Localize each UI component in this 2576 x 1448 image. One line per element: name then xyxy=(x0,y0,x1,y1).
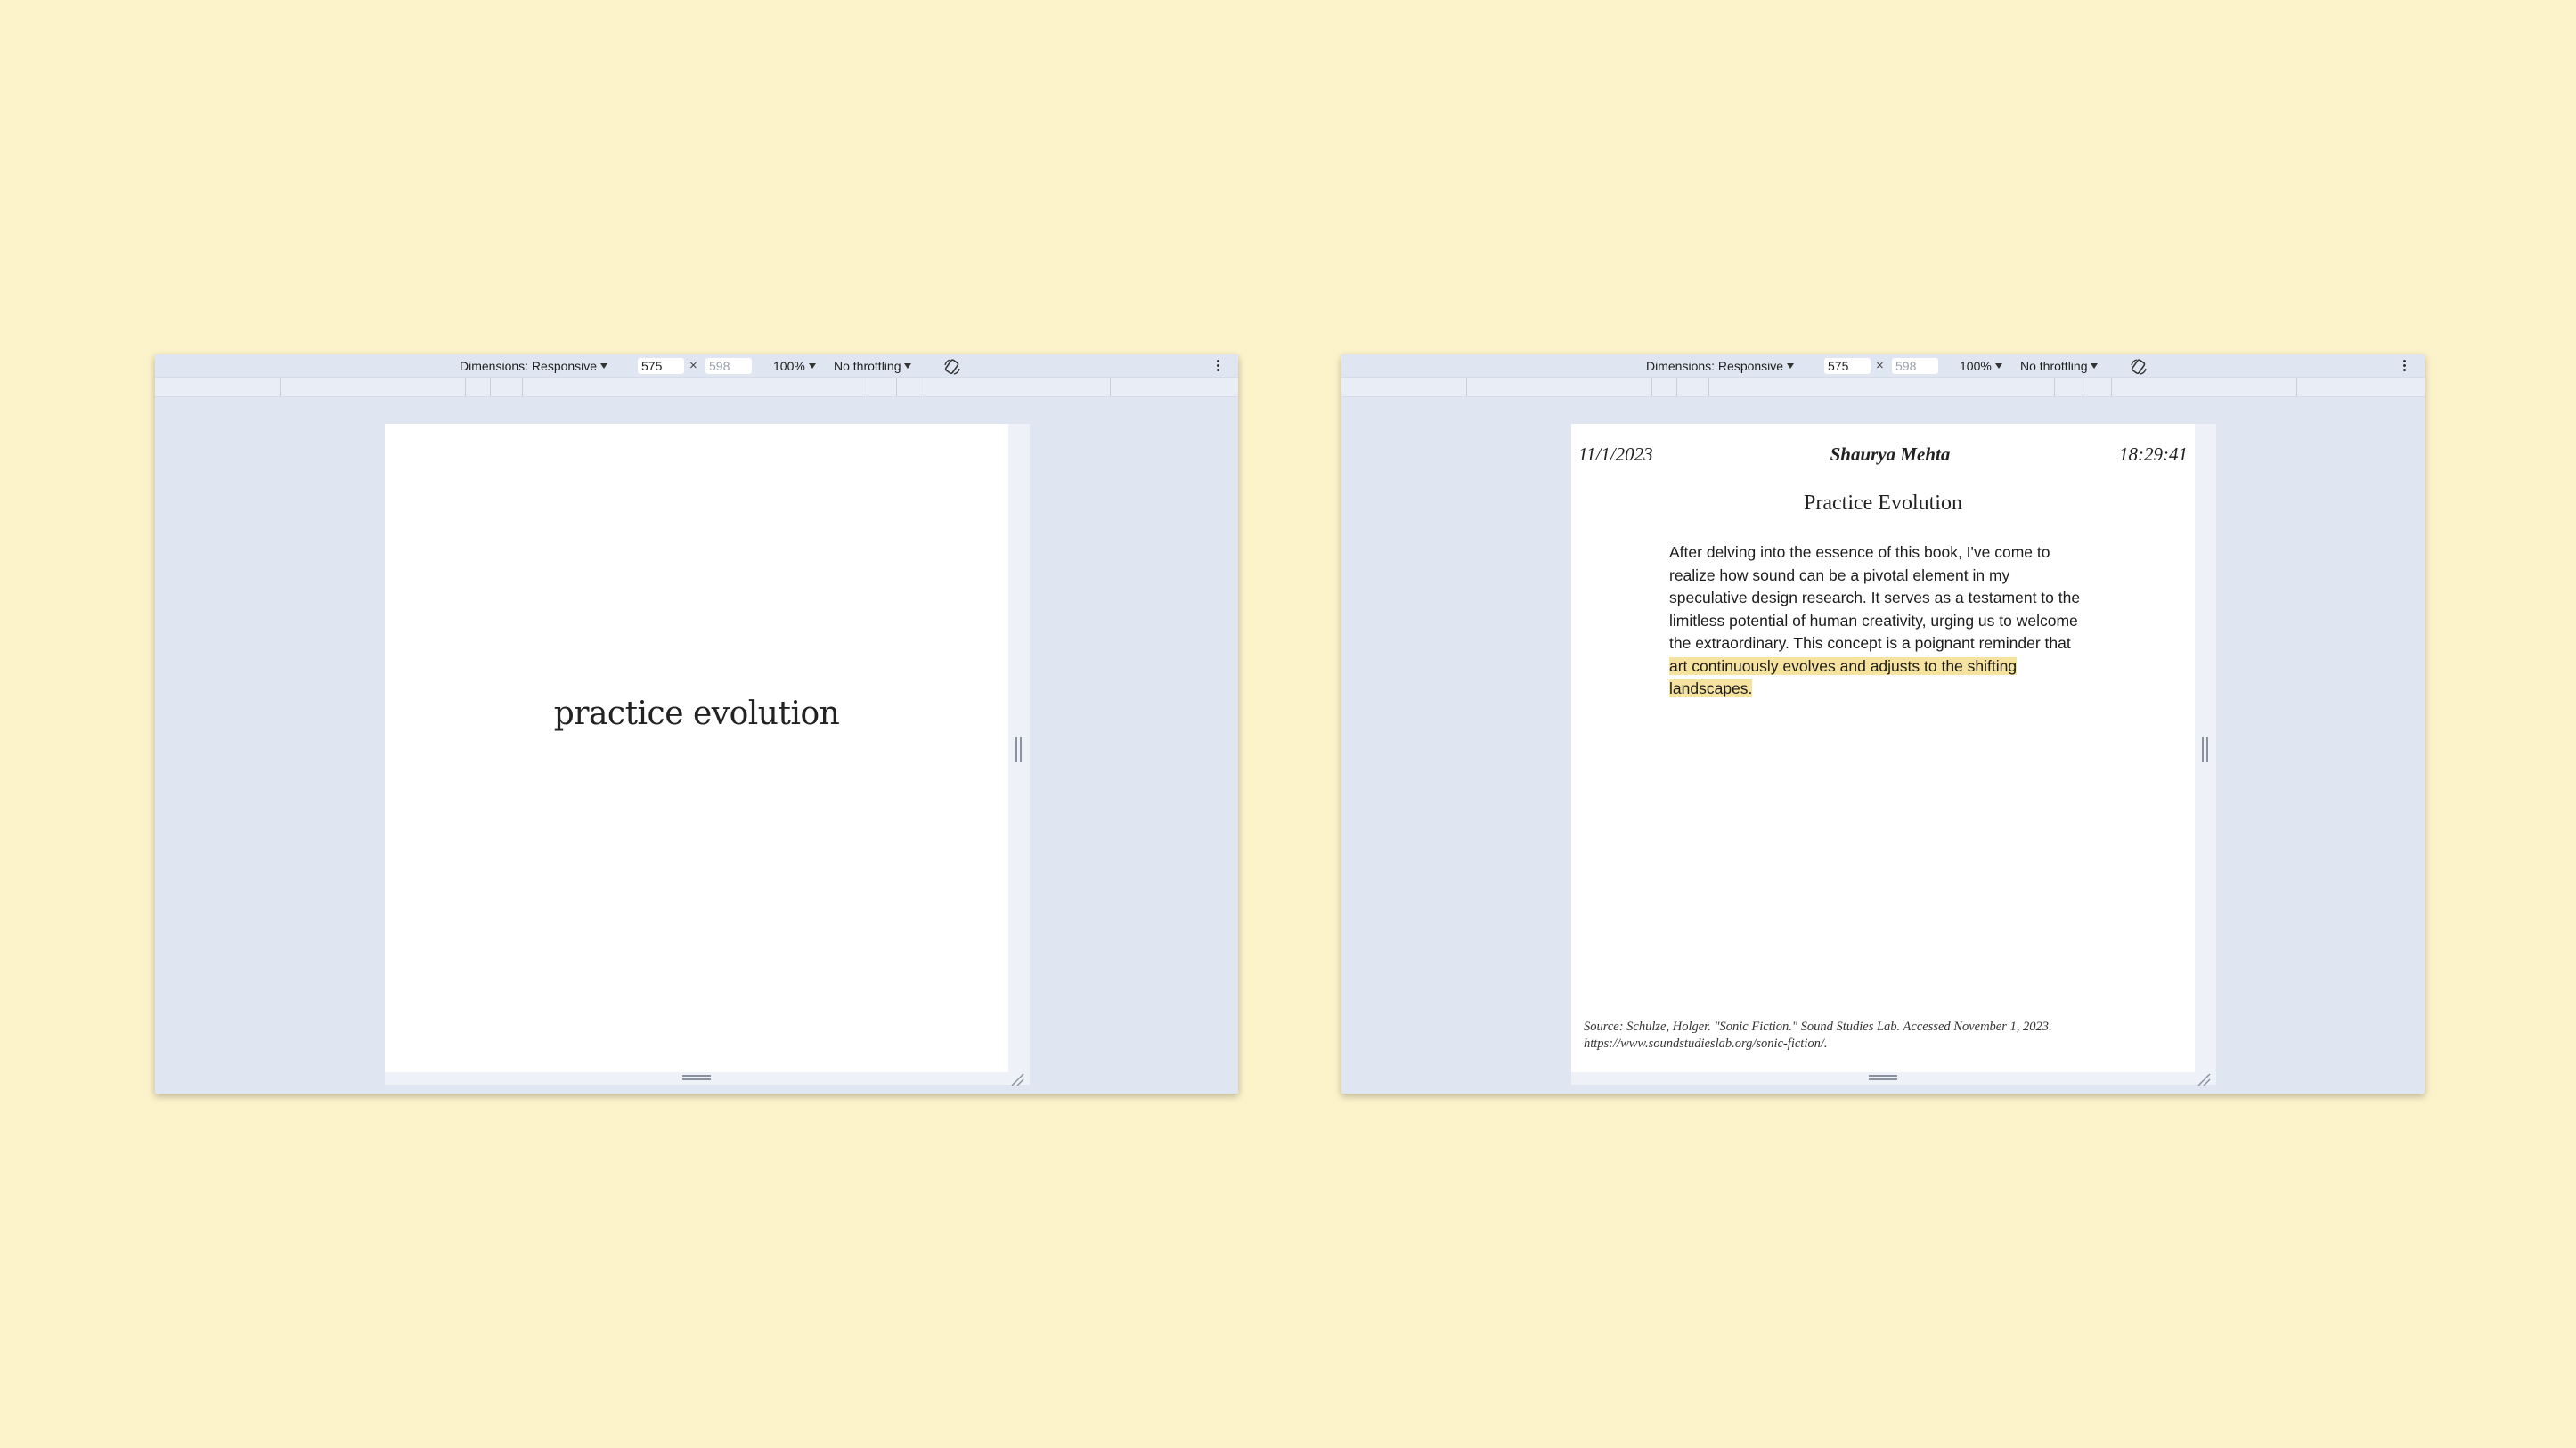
media-query-bar[interactable] xyxy=(155,377,1238,397)
page-viewport: 11/1/2023 Shaurya Mehta 18:29:41 Practic… xyxy=(1571,424,2195,1072)
throttling-dropdown[interactable]: No throttling xyxy=(834,358,912,374)
zoom-dropdown[interactable]: 100% xyxy=(773,358,816,374)
corner-resize-icon[interactable] xyxy=(2197,1072,2211,1086)
bottom-resize-handle[interactable] xyxy=(385,1072,1008,1085)
zoom-label: 100% xyxy=(773,359,805,373)
resize-grip-icon xyxy=(1015,737,1023,762)
throttling-dropdown[interactable]: No throttling xyxy=(2020,358,2099,374)
document-title: Practice Evolution xyxy=(1804,492,1962,515)
dimensions-dropdown[interactable]: Dimensions: Responsive xyxy=(1646,358,1795,374)
dimensions-dropdown[interactable]: Dimensions: Responsive xyxy=(460,358,608,374)
caret-down-icon xyxy=(2091,363,2099,369)
highlighted-text: art continuously evolves and adjusts to … xyxy=(1669,656,2018,697)
cover-title: practice evolution xyxy=(553,696,840,732)
caret-down-icon xyxy=(904,363,912,369)
caret-down-icon xyxy=(600,363,608,369)
bottom-resize-handle[interactable] xyxy=(1571,1072,2195,1085)
width-input[interactable]: 575 xyxy=(638,358,684,374)
caret-down-icon xyxy=(1994,363,2002,369)
zoom-dropdown[interactable]: 100% xyxy=(1960,358,2002,374)
dimensions-label: Dimensions: Responsive xyxy=(460,359,598,373)
times-symbol: × xyxy=(1876,358,1884,373)
corner-resize-icon[interactable] xyxy=(1010,1072,1024,1086)
source-url: https://www.soundstudieslab.org/sonic-fi… xyxy=(1584,1037,1828,1051)
document-body: After delving into the essence of this b… xyxy=(1669,541,2088,701)
media-query-bar[interactable] xyxy=(1341,377,2425,397)
caret-down-icon xyxy=(1787,363,1795,369)
height-input[interactable]: 598 xyxy=(705,358,752,374)
zoom-label: 100% xyxy=(1960,359,1992,373)
devtools-window-right: Dimensions: Responsive 575 × 598 100% No… xyxy=(1341,354,2425,1094)
rotate-icon[interactable] xyxy=(942,357,962,377)
device-toolbar: Dimensions: Responsive 575 × 598 100% No… xyxy=(1341,354,2425,377)
body-text: After delving into the essence of this b… xyxy=(1669,543,2081,652)
dimensions-label: Dimensions: Responsive xyxy=(1646,359,1784,373)
right-resize-handle[interactable] xyxy=(2195,424,2216,1085)
page-viewport: practice evolution xyxy=(385,424,1008,1072)
more-options-icon[interactable] xyxy=(1215,358,1220,374)
more-options-icon[interactable] xyxy=(2401,358,2407,374)
resize-grip-icon xyxy=(1869,1075,1897,1081)
height-input[interactable]: 598 xyxy=(1892,358,1938,374)
source-line: Source: Schulze, Holger. "Sonic Fiction.… xyxy=(1584,1020,2052,1034)
times-symbol: × xyxy=(689,358,697,373)
header-time: 18:29:41 xyxy=(2119,443,2188,465)
resize-grip-icon xyxy=(2201,737,2210,762)
throttling-label: No throttling xyxy=(834,359,901,373)
source-citation: Source: Schulze, Holger. "Sonic Fiction.… xyxy=(1584,1019,2083,1053)
devtools-window-left: Dimensions: Responsive 575 × 598 100% No… xyxy=(155,354,1238,1094)
caret-down-icon xyxy=(808,363,816,369)
rotate-icon[interactable] xyxy=(2129,357,2148,377)
header-author: Shaurya Mehta xyxy=(1830,443,1951,465)
resize-grip-icon xyxy=(682,1075,711,1081)
width-input[interactable]: 575 xyxy=(1824,358,1871,374)
throttling-label: No throttling xyxy=(2020,359,2088,373)
right-resize-handle[interactable] xyxy=(1008,424,1030,1085)
device-toolbar: Dimensions: Responsive 575 × 598 100% No… xyxy=(155,354,1238,377)
